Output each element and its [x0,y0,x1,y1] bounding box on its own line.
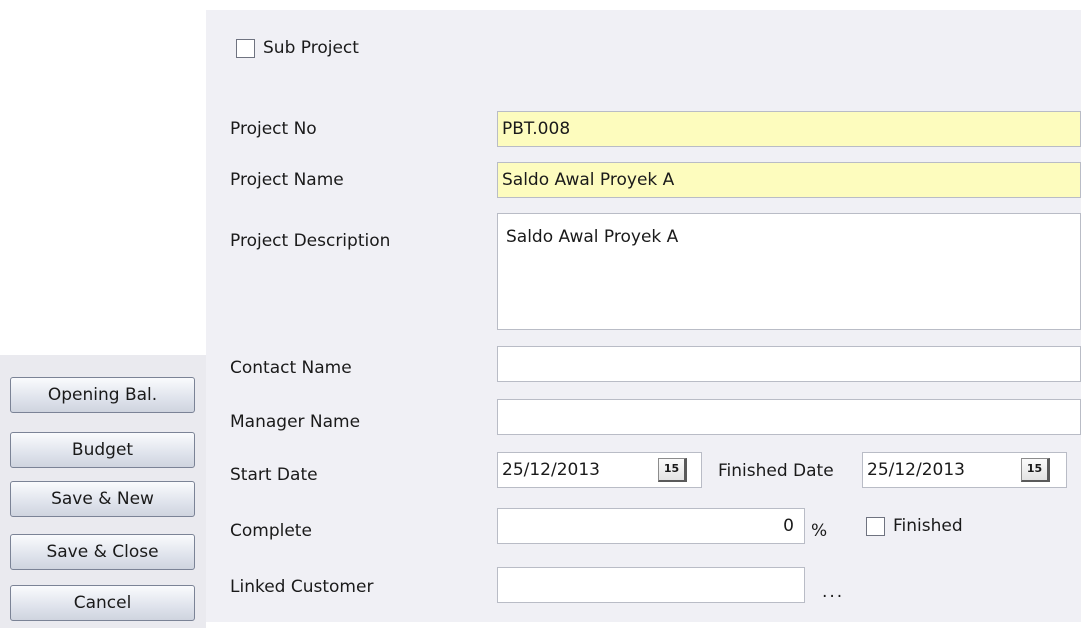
linked-customer-input[interactable] [497,567,805,603]
sub-project-label: Sub Project [263,38,359,58]
budget-button[interactable]: Budget [10,432,195,468]
finished-date-calendar-icon[interactable]: 15 [1021,458,1050,482]
project-no-label: Project No [230,119,317,139]
save-close-button[interactable]: Save & Close [10,534,195,570]
complete-input[interactable]: 0 [497,508,805,544]
manager-name-label: Manager Name [230,412,361,432]
start-date-calendar-icon[interactable]: 15 [658,458,687,482]
linked-customer-browse-button[interactable]: ... [822,582,844,602]
sub-project-checkbox[interactable] [236,39,255,58]
finished-date-label: Finished Date [718,461,834,481]
opening-balance-button[interactable]: Opening Bal. [10,377,195,413]
percent-unit: % [811,521,828,541]
cancel-button[interactable]: Cancel [10,585,195,621]
project-no-input[interactable]: PBT.008 [497,111,1081,147]
project-name-input[interactable]: Saldo Awal Proyek A [497,162,1081,198]
start-date-label: Start Date [230,465,318,485]
project-description-label: Project Description [230,231,391,251]
linked-customer-label: Linked Customer [230,577,374,597]
contact-name-input[interactable] [497,346,1081,382]
finished-checkbox[interactable] [866,517,885,536]
project-name-label: Project Name [230,170,344,190]
finished-label: Finished [893,516,963,536]
save-new-button[interactable]: Save & New [10,481,195,517]
contact-name-label: Contact Name [230,358,352,378]
manager-name-input[interactable] [497,399,1081,435]
project-description-textarea[interactable]: Saldo Awal Proyek A [497,213,1081,330]
complete-label: Complete [230,521,312,541]
